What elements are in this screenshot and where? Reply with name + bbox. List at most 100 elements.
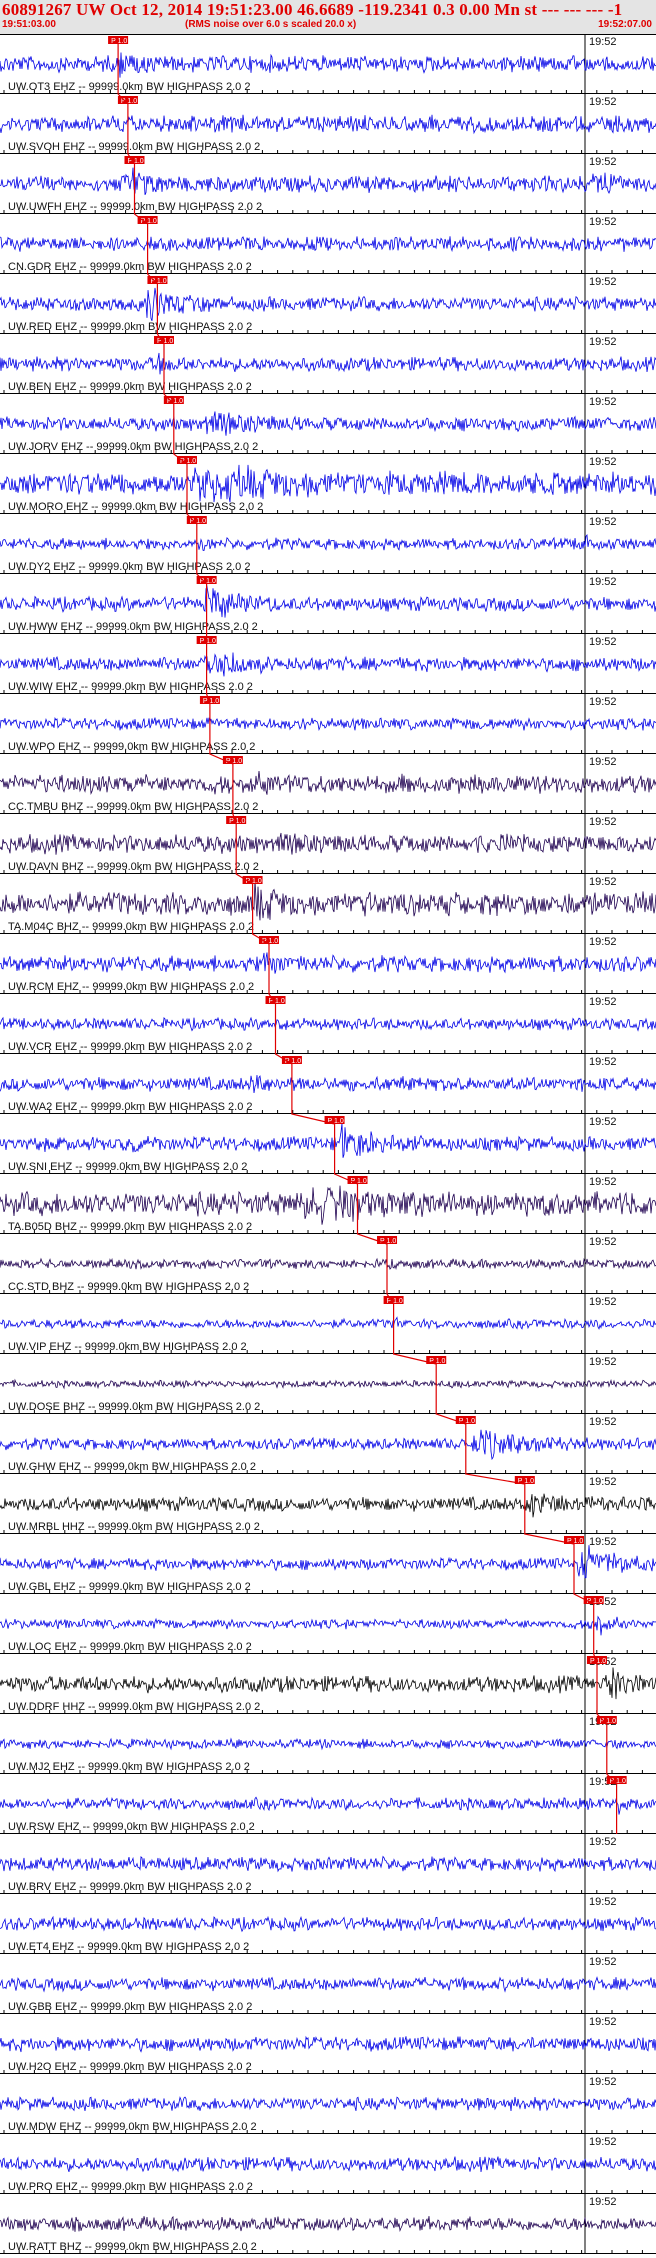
- minute-label: 19:52: [589, 1056, 617, 1068]
- station-label: UW.WA2 EHZ -- 99999.0km BW HIGHPASS 2.0 …: [8, 1101, 253, 1113]
- station-label: UW.GBL EHZ -- 99999.0km BW HIGHPASS 2.0 …: [8, 1581, 251, 1593]
- minute-label: 19:52: [589, 2136, 617, 2148]
- station-label: UW.RSW EHZ -- 99999.0km BW HIGHPASS 2.0 …: [8, 1821, 255, 1833]
- station-label: UW.LOC EHZ -- 99999.0km BW HIGHPASS 2.0 …: [8, 1641, 252, 1653]
- minute-label: 19:52: [589, 696, 617, 708]
- trace-row: UW.HWW EHZ -- 99999.0km BW HIGHPASS 2.0 …: [0, 574, 656, 634]
- pick-label: P 1.0: [157, 338, 173, 345]
- pick-label: P 1.0: [387, 1298, 403, 1305]
- minute-label: 19:52: [589, 756, 617, 768]
- station-label: CC.STD BHZ -- 99999.0km BW HIGHPASS 2.0 …: [8, 1281, 249, 1293]
- waveform: [0, 770, 656, 795]
- station-label: UW.PRO EHZ -- 99999.0km BW HIGHPASS 2.0 …: [8, 2181, 253, 2193]
- trace-row: UW.SVOH EHZ -- 99999.0km BW HIGHPASS 2.0…: [0, 94, 656, 154]
- pick-label: P 1.0: [328, 1118, 344, 1125]
- station-label: UW.DAVN BHZ -- 99999.0km BW HIGHPASS 2.0…: [8, 861, 259, 873]
- minute-label: 19:52: [589, 1896, 617, 1908]
- minute-label: 19:52: [589, 156, 617, 168]
- station-label: UW.MRBL HHZ -- 99999.0km BW HIGHPASS 2.0…: [8, 1521, 260, 1533]
- waveform: [0, 1257, 656, 1270]
- station-label: UW.WIW EHZ -- 99999.0km BW HIGHPASS 2.0 …: [8, 681, 253, 693]
- waveform: [0, 1075, 656, 1094]
- waveform: [0, 879, 656, 921]
- minute-label: 19:52: [589, 36, 617, 48]
- minute-label: 19:52: [589, 996, 617, 1008]
- end-time: 19:52:07.00: [598, 19, 652, 30]
- pick-label: P 1.0: [590, 1658, 606, 1665]
- trace-row: UW.MRBL HHZ -- 99999.0km BW HIGHPASS 2.0…: [0, 1474, 656, 1534]
- waveform: [0, 1667, 656, 1700]
- waveform: [0, 1185, 656, 1225]
- trace-row: UW.H2O EHZ -- 99999.0km BW HIGHPASS 2.0 …: [0, 2014, 656, 2074]
- waveform: [0, 1796, 656, 1815]
- minute-label: 19:52: [589, 1476, 617, 1488]
- minute-label: 19:52: [589, 2016, 617, 2028]
- minute-label: 19:52: [589, 1296, 617, 1308]
- event-title: 60891267 UW Oct 12, 2014 19:51:23.00 46.…: [2, 0, 623, 19]
- pick-label: P 1.0: [269, 998, 285, 1005]
- trace-row: UW.VIP EHZ -- 99999.0km BW HIGHPASS 2.0 …: [0, 1294, 656, 1354]
- trace-row: CC.TMBU BHZ -- 99999.0km BW HIGHPASS 2.0…: [0, 754, 656, 814]
- minute-label: 19:52: [589, 2196, 617, 2208]
- trace-row: UW.MJ2 EHZ -- 99999.0km BW HIGHPASS 2.0 …: [0, 1714, 656, 1774]
- minute-label: 19:52: [589, 1116, 617, 1128]
- trace-row: UW.PRO EHZ -- 99999.0km BW HIGHPASS 2.0 …: [0, 2134, 656, 2194]
- station-label: UW.BRV EHZ -- 99999.0km BW HIGHPASS 2.0 …: [8, 1881, 252, 1893]
- start-time: 19:51:03.00: [2, 19, 56, 30]
- trace-row: UW.UWFH EHZ -- 99999.0km BW HIGHPASS 2.0…: [0, 154, 656, 214]
- station-label: TA.M04C BHZ -- 99999.0km BW HIGHPASS 2.0…: [8, 921, 254, 933]
- minute-label: 19:52: [589, 1956, 617, 1968]
- waveform: [0, 1122, 656, 1158]
- trace-row: UW.DOSE BHZ -- 99999.0km BW HIGHPASS 2.0…: [0, 1354, 656, 1414]
- station-label: UW.RCM EHZ -- 99999.0km BW HIGHPASS 2.0 …: [8, 981, 254, 993]
- station-label: UW.DY2 EHZ -- 99999.0km BW HIGHPASS 2.0 …: [8, 561, 250, 573]
- record-header: 60891267 UW Oct 12, 2014 19:51:23.00 46.…: [0, 0, 656, 34]
- minute-label: 19:52: [589, 936, 617, 948]
- waveform: [0, 1493, 656, 1518]
- station-label: UW.OT3 EHZ -- 99999.0km BW HIGHPASS 2.0 …: [8, 81, 250, 93]
- pick-label: P 1.0: [229, 818, 245, 825]
- waveform: [0, 464, 656, 503]
- waveform: [0, 352, 656, 375]
- station-label: UW.MDW EHZ -- 99999.0km BW HIGHPASS 2.0 …: [8, 2121, 257, 2133]
- waveform: [0, 1737, 656, 1751]
- waveform: [0, 1016, 656, 1032]
- trace-row: UW.MORO EHZ -- 99999.0km BW HIGHPASS 2.0…: [0, 454, 656, 514]
- pick-label: P 1.0: [518, 1478, 534, 1485]
- station-label: UW.MORO EHZ -- 99999.0km BW HIGHPASS 2.0…: [8, 501, 263, 513]
- trace-row: UW.LOC EHZ -- 99999.0km BW HIGHPASS 2.0 …: [0, 1594, 656, 1654]
- trace-row: UW.DAVN BHZ -- 99999.0km BW HIGHPASS 2.0…: [0, 814, 656, 874]
- trace-row: UW.RCM EHZ -- 99999.0km BW HIGHPASS 2.0 …: [0, 934, 656, 994]
- waveform: [0, 2096, 656, 2112]
- trace-row: UW.GHW EHZ -- 99999.0km BW HIGHPASS 2.0 …: [0, 1414, 656, 1474]
- waveform: [0, 2156, 656, 2173]
- waveform: [0, 114, 656, 135]
- minute-label: 19:52: [589, 96, 617, 108]
- waveform: [0, 1545, 656, 1579]
- trace-row: CC.STD BHZ -- 99999.0km BW HIGHPASS 2.0 …: [0, 1234, 656, 1294]
- waveform: [0, 1976, 656, 1993]
- minute-label: 19:52: [589, 1236, 617, 1248]
- station-label: UW.HWW EHZ -- 99999.0km BW HIGHPASS 2.0 …: [8, 621, 258, 633]
- pick-label: P 1.0: [200, 638, 216, 645]
- station-label: UW.WPO EHZ -- 99999.0km BW HIGHPASS 2.0 …: [8, 741, 255, 753]
- waveform: [0, 716, 656, 731]
- waveform: [0, 533, 656, 551]
- waveform: [0, 1855, 656, 1873]
- station-label: UW.ET4 EHZ -- 99999.0km BW HIGHPASS 2.0 …: [8, 1941, 249, 1953]
- pick-label: P 1.0: [127, 158, 143, 165]
- trace-row: UW.WA2 EHZ -- 99999.0km BW HIGHPASS 2.0 …: [0, 1054, 656, 1114]
- waveform: [0, 1429, 656, 1461]
- trace-row: UW.DY2 EHZ -- 99999.0km BW HIGHPASS 2.0 …: [0, 514, 656, 574]
- waveform: [0, 832, 656, 855]
- pick-label: P 1.0: [459, 1418, 475, 1425]
- trace-row: UW.ET4 EHZ -- 99999.0km BW HIGHPASS 2.0 …: [0, 1894, 656, 1954]
- waveform: [0, 1615, 656, 1636]
- pick-label: P 1.0: [380, 1238, 396, 1245]
- pick-label: P 1.0: [180, 458, 196, 465]
- waveform: [0, 952, 656, 974]
- trace-row: UW.DDRF HHZ -- 99999.0km BW HIGHPASS 2.0…: [0, 1654, 656, 1714]
- minute-label: 19:52: [589, 396, 617, 408]
- waveform: [0, 411, 656, 436]
- station-label: UW.H2O EHZ -- 99999.0km BW HIGHPASS 2.0 …: [8, 2061, 252, 2073]
